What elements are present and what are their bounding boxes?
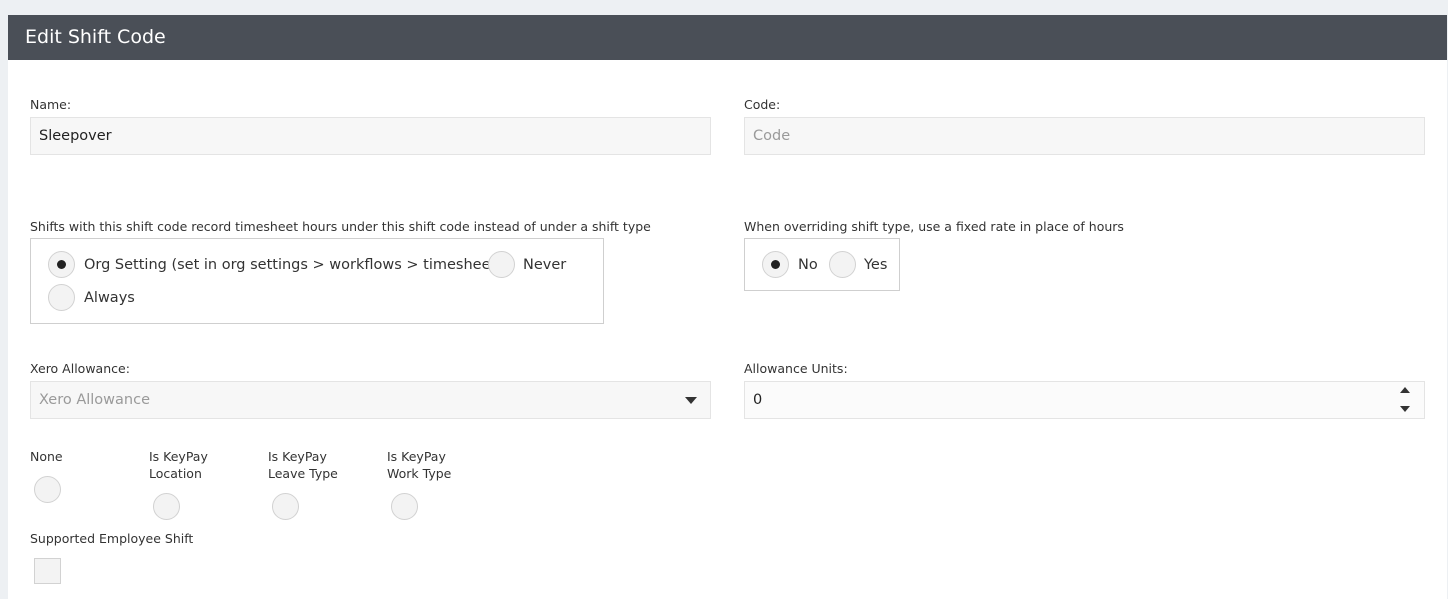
- org-setting-radio[interactable]: [48, 251, 75, 278]
- record-hours-label: Shifts with this shift code record times…: [30, 219, 651, 234]
- org-setting-option-label: Org Setting (set in org settings > workf…: [84, 257, 510, 273]
- keypay-leave-type-label-line1: Is KeyPay: [268, 449, 327, 464]
- panel-title: Edit Shift Code: [8, 15, 1447, 60]
- allowance-units-input[interactable]: 0: [744, 381, 1425, 419]
- keypay-option-none-label: None: [30, 449, 63, 464]
- record-hours-radio-group: Org Setting (set in org settings > workf…: [30, 238, 604, 324]
- xero-allowance-label: Xero Allowance:: [30, 361, 130, 376]
- keypay-none-radio[interactable]: [34, 476, 61, 503]
- fixed-rate-yes-label: Yes: [864, 257, 888, 273]
- fixed-rate-label: When overriding shift type, use a fixed …: [744, 219, 1124, 234]
- keypay-location-label-line1: Is KeyPay: [149, 449, 208, 464]
- xero-allowance-select[interactable]: Xero Allowance: [30, 381, 711, 419]
- keypay-leave-type-label-line2: Leave Type: [268, 466, 338, 481]
- always-option-label: Always: [84, 290, 135, 306]
- never-radio[interactable]: [488, 251, 515, 278]
- spin-up-icon[interactable]: [1400, 387, 1410, 393]
- fixed-rate-no-radio[interactable]: [762, 251, 789, 278]
- always-radio[interactable]: [48, 284, 75, 311]
- name-label: Name:: [30, 97, 72, 112]
- allowance-units-label: Allowance Units:: [744, 361, 848, 376]
- chevron-down-icon[interactable]: [685, 397, 697, 404]
- supported-employee-shift-label: Supported Employee Shift: [30, 531, 194, 546]
- fixed-rate-radio-group: No Yes: [744, 238, 900, 291]
- keypay-location-radio[interactable]: [153, 493, 180, 520]
- keypay-work-type-label-line2: Work Type: [387, 466, 452, 481]
- fixed-rate-no-label: No: [798, 257, 818, 273]
- spin-down-icon[interactable]: [1400, 406, 1410, 412]
- supported-employee-shift-checkbox[interactable]: [34, 558, 61, 584]
- name-input[interactable]: Sleepover: [30, 117, 711, 155]
- keypay-leave-type-radio[interactable]: [272, 493, 299, 520]
- code-input[interactable]: Code: [744, 117, 1425, 155]
- keypay-location-label-line2: Location: [149, 466, 202, 481]
- never-option-label: Never: [523, 257, 567, 273]
- code-label: Code:: [744, 97, 781, 112]
- fixed-rate-yes-radio[interactable]: [829, 251, 856, 278]
- keypay-work-type-radio[interactable]: [391, 493, 418, 520]
- keypay-work-type-label-line1: Is KeyPay: [387, 449, 446, 464]
- edit-shift-code-panel: Edit Shift Code Name: Sleepover Code: Co…: [8, 15, 1447, 599]
